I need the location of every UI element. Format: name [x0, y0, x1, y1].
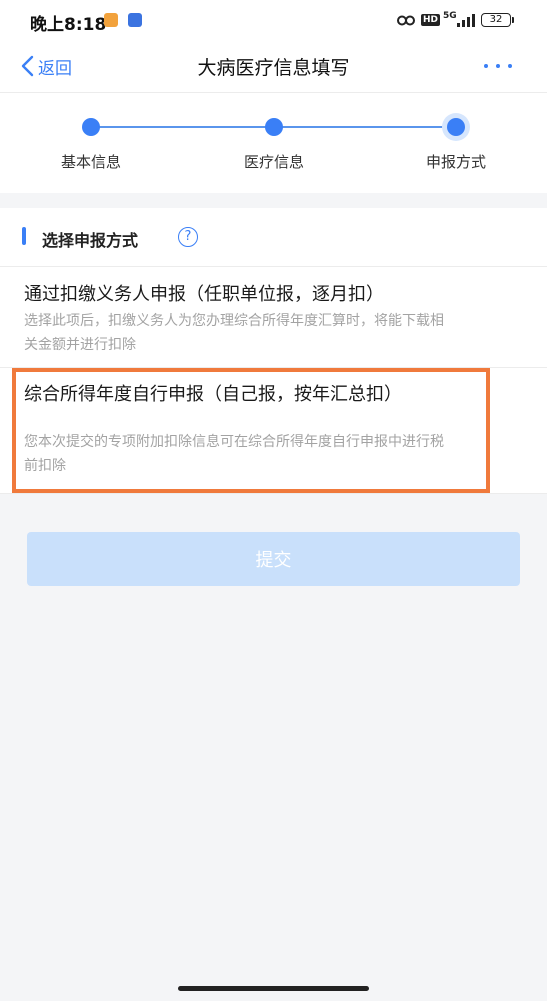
more-options-icon[interactable] [484, 64, 512, 72]
link-icon [397, 15, 415, 26]
hd-badge: HD [421, 14, 441, 26]
step-label-basic-info: 基本信息 [60, 153, 121, 171]
help-icon[interactable]: ? [178, 227, 198, 247]
home-indicator[interactable] [178, 986, 369, 991]
step-dot-medical-info [265, 118, 283, 136]
step-dot-basic-info [82, 118, 100, 136]
battery-tip [512, 17, 514, 23]
nav-bar: 返回 大病医疗信息填写 [0, 40, 547, 93]
notification-app-icon [104, 13, 118, 27]
option-description: 您本次提交的专项附加扣除信息可在综合所得年度自行申报中进行税前扣除 [24, 434, 444, 474]
network-type: 5G [443, 11, 457, 21]
step-connector [91, 126, 274, 128]
option-withholding-agent[interactable]: 通过扣缴义务人申报（任职单位报，逐月扣） 选择此项后，扣缴义务人为您办理综合所得… [0, 267, 547, 368]
option-title: 通过扣缴义务人申报（任职单位报，逐月扣） [24, 284, 384, 305]
notification-app-icon [128, 13, 142, 27]
submit-button[interactable]: 提交 [27, 532, 520, 586]
section-header: 选择申报方式 ? [0, 208, 547, 267]
step-dot-declare-method [447, 118, 465, 136]
battery-icon: 32 [481, 13, 511, 27]
status-bar: 晚上8:18 HD 5G 32 [0, 0, 547, 40]
status-time: 晚上8:18 [30, 15, 107, 35]
option-description: 选择此项后，扣缴义务人为您办理综合所得年度汇算时，将能下载相关金额并进行扣除 [24, 313, 444, 353]
signal-icon [457, 14, 475, 27]
step-label-medical-info: 医疗信息 [243, 153, 304, 171]
option-self-annual-declare[interactable]: 综合所得年度自行申报（自己报，按年汇总扣） 您本次提交的专项附加扣除信息可在综合… [0, 368, 547, 494]
option-title: 综合所得年度自行申报（自己报，按年汇总扣） [24, 384, 402, 405]
battery-level: 32 [489, 14, 503, 25]
section-title: 选择申报方式 [42, 231, 139, 250]
step-connector [274, 126, 456, 128]
step-progress: 基本信息 医疗信息 申报方式 [0, 93, 547, 193]
page-title: 大病医疗信息填写 [197, 57, 350, 79]
section-accent-bar [22, 227, 26, 245]
step-label-declare-method: 申报方式 [425, 153, 486, 171]
